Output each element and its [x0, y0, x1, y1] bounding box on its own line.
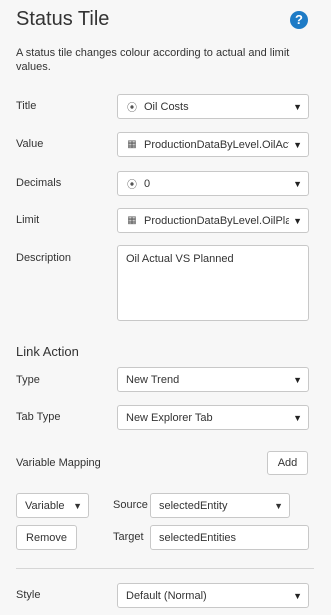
- help-icon[interactable]: ?: [290, 11, 308, 29]
- description-label: Description: [16, 252, 72, 264]
- chevron-down-icon: ▼: [293, 178, 302, 189]
- chevron-down-icon: ▼: [274, 500, 283, 511]
- chevron-down-icon: ▼: [293, 412, 302, 423]
- type-select[interactable]: New Trend ▼: [117, 367, 309, 392]
- mapping-kind-select[interactable]: Variable ▼: [16, 493, 89, 518]
- source-label: Source: [113, 499, 148, 511]
- title-label: Title: [16, 100, 37, 112]
- description-textarea[interactable]: Oil Actual VS Planned: [117, 245, 309, 321]
- intro-text: A status tile changes colour according t…: [16, 47, 290, 73]
- decimals-label: Decimals: [16, 177, 62, 189]
- chevron-down-icon: ▼: [293, 590, 302, 601]
- add-mapping-button[interactable]: Add: [267, 451, 308, 475]
- type-label: Type: [16, 374, 40, 386]
- target-input[interactable]: selectedEntities: [150, 525, 309, 550]
- chevron-down-icon: ▼: [293, 215, 302, 226]
- divider: [16, 568, 314, 569]
- source-select[interactable]: selectedEntity ▼: [150, 493, 290, 518]
- value-label: Value: [16, 138, 44, 150]
- chevron-down-icon: ▼: [293, 139, 302, 150]
- table-icon: ▦: [127, 139, 137, 150]
- chevron-down-icon: ▼: [293, 101, 302, 112]
- chevron-down-icon: ▼: [73, 500, 82, 511]
- radio-target-icon: ⦿: [127, 103, 137, 114]
- limit-label: Limit: [16, 214, 40, 226]
- link-action-heading: Link Action: [16, 344, 79, 359]
- table-icon: ▦: [127, 215, 137, 226]
- limit-select[interactable]: ▦ ProductionDataByLevel.OilPlanned ▼: [117, 208, 309, 233]
- remove-mapping-button[interactable]: Remove: [16, 525, 77, 550]
- chevron-down-icon: ▼: [293, 374, 302, 385]
- radio-target-icon: ⦿: [127, 180, 137, 191]
- tab-type-select[interactable]: New Explorer Tab ▼: [117, 405, 309, 430]
- panel-title: Status Tile: [16, 8, 110, 30]
- decimals-select[interactable]: ⦿ 0 ▼: [117, 171, 309, 196]
- value-select[interactable]: ▦ ProductionDataByLevel.OilActual ▼: [117, 132, 309, 157]
- tab-type-label: Tab Type: [16, 411, 61, 423]
- target-label: Target: [113, 531, 144, 543]
- style-select[interactable]: Default (Normal) ▼: [117, 583, 309, 608]
- style-label: Style: [16, 589, 41, 601]
- variable-mapping-label: Variable Mapping: [16, 457, 101, 469]
- title-select[interactable]: ⦿ Oil Costs ▼: [117, 94, 309, 119]
